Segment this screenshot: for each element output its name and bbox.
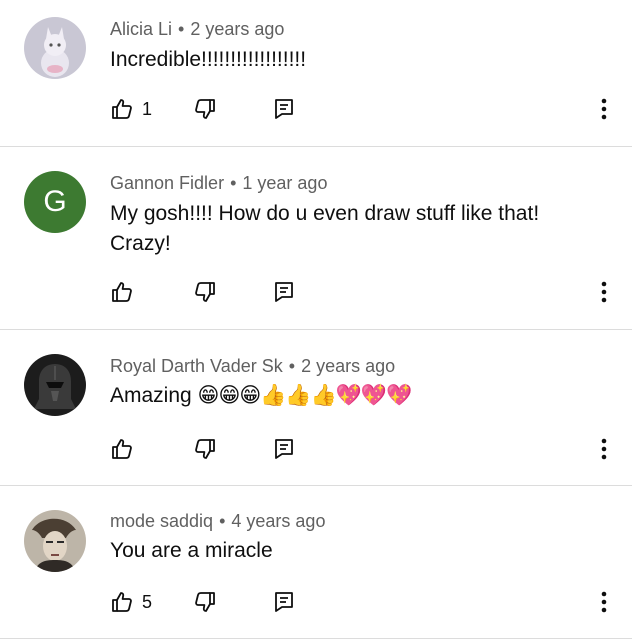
like-button[interactable]: 5 xyxy=(110,587,152,617)
comment-actions: 5 xyxy=(0,587,632,617)
separator-dot: • xyxy=(288,356,296,376)
separator-dot: • xyxy=(230,173,237,193)
thumbs-up-icon xyxy=(112,439,132,459)
more-options-button[interactable] xyxy=(592,434,616,464)
comment-actions xyxy=(0,277,632,307)
thumbs-up-icon xyxy=(112,592,132,612)
comment-meta: Royal Darth Vader Sk • 2 years ago xyxy=(110,356,395,377)
more-vert-icon xyxy=(601,591,607,613)
comment-time[interactable]: 2 years ago xyxy=(190,19,284,39)
reply-icon xyxy=(275,99,293,119)
like-button[interactable]: 1 xyxy=(110,94,152,124)
avatar[interactable] xyxy=(24,510,86,572)
comment-item: mode saddiq • 4 years ago You are a miracl… xyxy=(0,486,632,639)
more-vert-icon xyxy=(601,98,607,120)
more-options-button[interactable] xyxy=(592,94,616,124)
comment-text-main: Amazing xyxy=(110,384,192,407)
reply-button[interactable] xyxy=(273,587,295,617)
author-name[interactable]: mode saddiq xyxy=(110,511,213,531)
reply-button[interactable] xyxy=(273,277,295,307)
comment-time[interactable]: 2 years ago xyxy=(301,356,395,376)
separator-dot: • xyxy=(219,511,226,531)
reply-icon xyxy=(275,592,293,612)
dislike-button[interactable] xyxy=(193,434,217,464)
comment-item: Alicia Li • 2 years ago Incredible!!!!!!!!… xyxy=(0,0,632,147)
comment-time[interactable]: 1 year ago xyxy=(242,173,327,193)
comment-item: G Gannon Fidler • 1 year ago My gosh!!!! H… xyxy=(0,147,632,330)
separator-dot: • xyxy=(178,19,185,39)
comment-emojis: 😁😁😁👍👍👍💖💖💖 xyxy=(197,384,413,407)
thumbs-down-icon xyxy=(195,439,215,459)
comment-text: Incredible!!!!!!!!!!!!!!!!!! xyxy=(110,48,307,71)
author-name[interactable]: Gannon Fidler xyxy=(110,173,224,193)
more-vert-icon xyxy=(601,438,607,460)
comment-meta: Alicia Li • 2 years ago xyxy=(110,19,284,40)
thumbs-down-icon xyxy=(195,282,215,302)
like-button[interactable] xyxy=(110,434,142,464)
comment-meta: mode saddiq • 4 years ago xyxy=(110,511,325,532)
comment-actions xyxy=(0,434,632,464)
more-options-button[interactable] xyxy=(592,277,616,307)
more-vert-icon xyxy=(601,281,607,303)
reply-button[interactable] xyxy=(273,434,295,464)
like-count: 1 xyxy=(142,98,153,119)
comment-time[interactable]: 4 years ago xyxy=(231,511,325,531)
avatar[interactable] xyxy=(24,17,86,79)
comment-item: Royal Darth Vader Sk • 2 years ago Amazing… xyxy=(0,330,632,486)
avatar-letter: G xyxy=(43,185,67,218)
author-name[interactable]: Alicia Li xyxy=(110,19,172,39)
more-options-button[interactable] xyxy=(592,587,616,617)
thumbs-up-icon xyxy=(112,282,132,302)
author-name[interactable]: Royal Darth Vader Sk xyxy=(110,356,283,376)
thumbs-up-icon xyxy=(112,99,132,119)
thumbs-down-icon xyxy=(195,99,215,119)
avatar[interactable] xyxy=(24,354,86,416)
like-count: 5 xyxy=(142,591,153,612)
reply-icon xyxy=(275,282,293,302)
comment-text: Amazing 😁😁😁👍👍👍💖💖💖 xyxy=(110,381,590,411)
like-button[interactable] xyxy=(110,277,142,307)
reply-icon xyxy=(275,439,293,459)
dislike-button[interactable] xyxy=(193,94,217,124)
comment-text: You are a miracle xyxy=(110,539,273,562)
dislike-button[interactable] xyxy=(193,587,217,617)
dislike-button[interactable] xyxy=(193,277,217,307)
reply-button[interactable] xyxy=(273,94,295,124)
comment-text: My gosh!!!! How do u even draw stuff lik… xyxy=(110,202,540,255)
thumbs-down-icon xyxy=(195,592,215,612)
avatar[interactable]: G xyxy=(24,171,86,233)
comment-meta: Gannon Fidler • 1 year ago xyxy=(110,173,327,194)
comment-actions: 1 xyxy=(0,94,632,124)
